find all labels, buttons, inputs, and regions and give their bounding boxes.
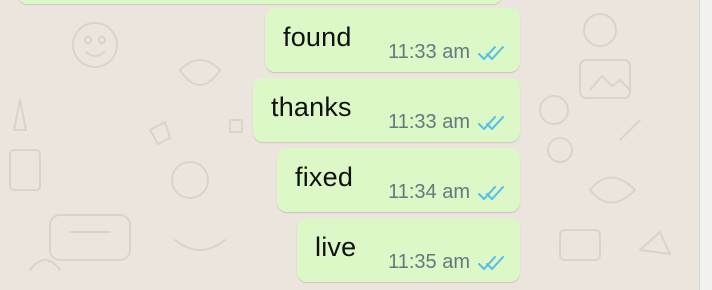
message-bubble-fixed[interactable]: fixed 11:34 am <box>277 148 520 212</box>
message-meta: 11:33 am <box>388 111 504 134</box>
double-check-icon <box>478 45 504 61</box>
message-time: 11:35 am <box>388 251 470 273</box>
message-text: live <box>315 232 357 262</box>
message-text: found <box>283 22 352 52</box>
message-bubble-found[interactable]: found 11:33 am <box>265 8 520 72</box>
message-bubble-thanks[interactable]: thanks 11:33 am <box>253 78 520 142</box>
message-text: thanks <box>271 92 352 122</box>
message-meta: 11:33 am <box>388 41 504 64</box>
message-meta: 11:34 am <box>388 181 504 204</box>
double-check-icon <box>478 185 504 201</box>
scrollbar-track[interactable] <box>699 0 712 290</box>
message-meta: 11:35 am <box>388 251 504 274</box>
double-check-icon <box>478 255 504 271</box>
double-check-icon <box>478 115 504 131</box>
message-bubble-live[interactable]: live 11:35 am <box>297 218 520 282</box>
message-time: 11:33 am <box>388 41 470 63</box>
message-time: 11:34 am <box>388 181 470 203</box>
previous-message-bubble-edge <box>18 0 502 4</box>
message-time: 11:33 am <box>388 111 470 133</box>
message-text: fixed <box>295 162 354 192</box>
